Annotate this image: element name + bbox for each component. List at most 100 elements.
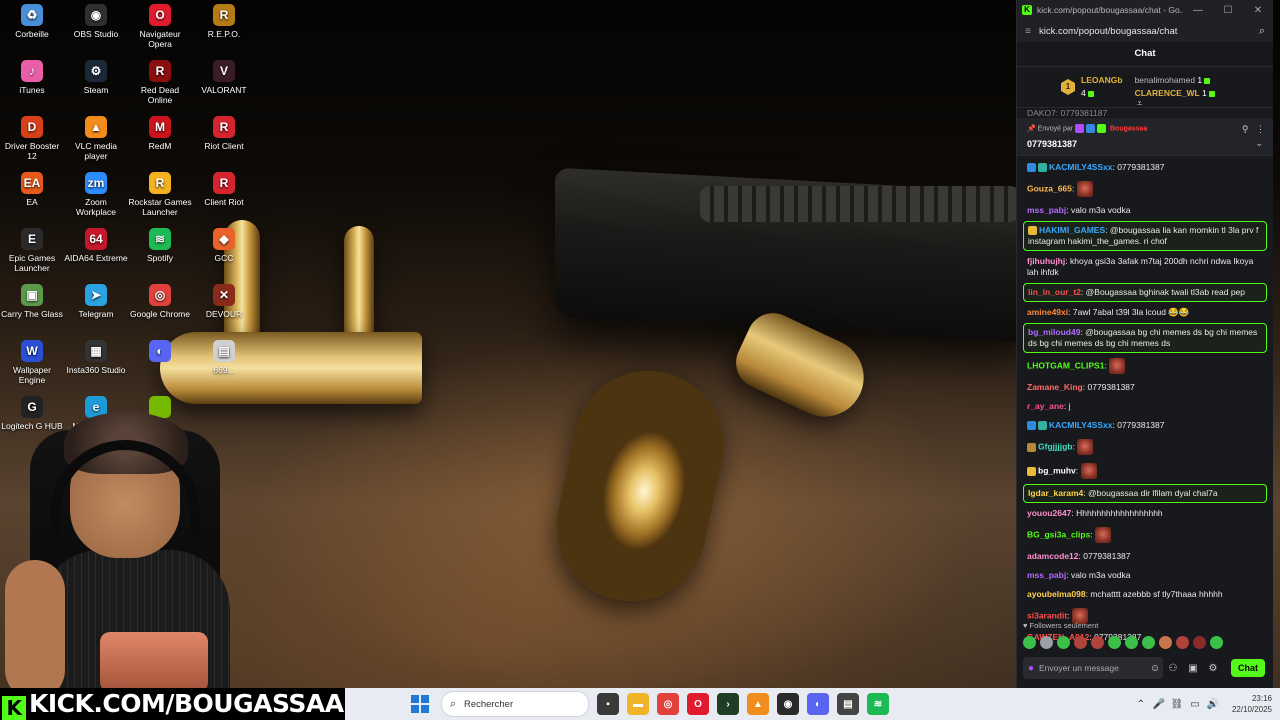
desktop-shortcut[interactable]: ▲ VLC media player bbox=[64, 112, 128, 168]
highlighted-chat-message[interactable]: lgdar_karam4: @bougassaa dir lfilam dyal… bbox=[1023, 484, 1267, 503]
chat-message[interactable]: fjihuhujhj: khoya gsi3a 3afak m7taj 200d… bbox=[1023, 252, 1267, 282]
chat-username[interactable]: HAKIMI_GAMES bbox=[1039, 225, 1105, 235]
chevron-down-icon[interactable]: ⌄ bbox=[1255, 138, 1263, 149]
chat-message-list[interactable]: KACMILY4SSxx: 0779381387 Gouza_665: mss_p… bbox=[1017, 156, 1273, 647]
store-icon[interactable]: ▣ bbox=[1183, 663, 1203, 674]
chat-message[interactable]: r_ay_ane: j bbox=[1023, 397, 1267, 416]
highlighted-chat-message[interactable]: HAKIMI_GAMES: @bougassaa lia kan momkin … bbox=[1023, 221, 1267, 251]
chat-username[interactable]: lin_in_our_t2 bbox=[1028, 287, 1081, 297]
network-icon[interactable]: ▭ bbox=[1186, 699, 1204, 710]
chat-message[interactable]: ayoubelma098: mchatttt azebbb sf tly7tha… bbox=[1023, 585, 1267, 604]
desktop-shortcut[interactable]: R Riot Client bbox=[192, 112, 256, 168]
users-icon[interactable]: ⚇ bbox=[1163, 663, 1183, 674]
more-options-icon[interactable]: ⋮ bbox=[1256, 124, 1265, 134]
taskbar-search-placeholder[interactable]: Rechercher bbox=[464, 699, 513, 710]
desktop-shortcut[interactable]: ◆ GCC bbox=[192, 224, 256, 280]
maximize-icon[interactable]: ☐ bbox=[1213, 5, 1243, 16]
volume-icon[interactable]: 🔊 bbox=[1204, 699, 1222, 710]
chat-username[interactable]: Zamane_King bbox=[1027, 382, 1083, 392]
zoom-search-icon[interactable]: ⌕ bbox=[1251, 25, 1273, 38]
chrome-taskbar-icon[interactable]: ◎ bbox=[657, 693, 679, 715]
desktop-shortcut[interactable]: ♪ iTunes bbox=[0, 56, 64, 112]
emoji-picker-icon[interactable]: ☺ bbox=[1147, 663, 1163, 674]
file-explorer-icon[interactable]: ▬ bbox=[627, 693, 649, 715]
emote-icon[interactable] bbox=[1023, 636, 1036, 649]
chat-message[interactable]: mss_pabj: valo m3a vodka bbox=[1023, 201, 1267, 220]
desktop-shortcut[interactable]: ➤ Telegram bbox=[64, 280, 128, 336]
emote-icon[interactable] bbox=[1074, 636, 1087, 649]
taskbar-search[interactable]: ⌕ Rechercher bbox=[441, 691, 589, 717]
chat-input-placeholder[interactable]: Envoyer un message bbox=[1039, 663, 1147, 673]
chat-username[interactable]: bg_muhv bbox=[1038, 465, 1076, 475]
gift-leaderboard[interactable]: 1 LEOANGb 4 benalimohamed 1 CLARENCE_WL … bbox=[1017, 67, 1273, 108]
app-taskbar-icon[interactable]: ▤ bbox=[837, 693, 859, 715]
chat-username[interactable]: fjihuhujhj bbox=[1027, 256, 1065, 266]
desktop-shortcut[interactable]: ▤ 669... bbox=[192, 336, 256, 392]
microphone-icon[interactable]: ● bbox=[1023, 663, 1039, 674]
chat-username[interactable]: KACMILY4SSxx bbox=[1049, 420, 1112, 430]
desktop-shortcut[interactable]: ◎ Google Chrome bbox=[128, 280, 192, 336]
chat-username[interactable]: LHOTGAM_CLIPS1 bbox=[1027, 360, 1104, 370]
microphone-icon[interactable]: 🎤 bbox=[1150, 699, 1168, 710]
desktop-shortcut[interactable]: ▣ Carry The Glass bbox=[0, 280, 64, 336]
quick-emote-bar[interactable] bbox=[1023, 636, 1223, 652]
chevron-up-icon[interactable]: ⌃ bbox=[1132, 699, 1150, 710]
chat-input[interactable]: ● Envoyer un message ☺ bbox=[1023, 657, 1163, 679]
desktop-shortcut[interactable]: ◐ bbox=[128, 336, 192, 392]
chat-message[interactable]: Gfgjjjjgb: bbox=[1023, 435, 1267, 459]
emote-icon[interactable] bbox=[1142, 636, 1155, 649]
minimize-icon[interactable]: — bbox=[1183, 5, 1213, 16]
chat-username[interactable]: bg_miloud49 bbox=[1028, 327, 1080, 337]
highlighted-chat-message[interactable]: lin_in_our_t2: @Bougassaa bghinak twali … bbox=[1023, 283, 1267, 302]
desktop-shortcut[interactable]: zm Zoom Workplace bbox=[64, 168, 128, 224]
chat-username[interactable]: Gouza_665 bbox=[1027, 183, 1072, 193]
chat-message[interactable]: Gouza_665: bbox=[1023, 177, 1267, 201]
taskbar-clock[interactable]: 23:16 22/10/2025 bbox=[1232, 693, 1272, 715]
task-view-icon[interactable]: ▪ bbox=[597, 693, 619, 715]
chat-username[interactable]: Gfgjjjjgb bbox=[1038, 441, 1072, 451]
pinned-message[interactable]: 📌 Envoyé par Bougassaa 0779381387 ⚲ ⋮ ⌄ bbox=[1017, 118, 1273, 156]
chat-username[interactable]: lgdar_karam4 bbox=[1028, 488, 1083, 498]
highlighted-chat-message[interactable]: bg_miloud49: @bougassaa bg chi memes ds … bbox=[1023, 323, 1267, 353]
vlc-taskbar-icon[interactable]: ▲ bbox=[747, 693, 769, 715]
address-url[interactable]: kick.com/popout/bougassaa/chat bbox=[1039, 26, 1251, 37]
desktop-shortcut[interactable]: O Navigateur Opera bbox=[128, 0, 192, 56]
chat-message[interactable]: KACMILY4SSxx: 0779381387 bbox=[1023, 416, 1267, 435]
desktop-shortcut[interactable]: E Epic Games Launcher bbox=[0, 224, 64, 280]
emote-icon[interactable] bbox=[1108, 636, 1121, 649]
terminal-taskbar-icon[interactable]: › bbox=[717, 693, 739, 715]
chat-username[interactable]: youou2647 bbox=[1027, 508, 1071, 518]
obs-taskbar-icon[interactable]: ◉ bbox=[777, 693, 799, 715]
address-bar[interactable]: ≡ kick.com/popout/bougassaa/chat ⌕ bbox=[1017, 20, 1273, 42]
emote-icon[interactable] bbox=[1176, 636, 1189, 649]
desktop-shortcut[interactable]: V VALORANT bbox=[192, 56, 256, 112]
spotify-taskbar-icon[interactable]: ≋ bbox=[867, 693, 889, 715]
unpin-icon[interactable]: ⚲ bbox=[1242, 124, 1249, 134]
chat-message[interactable]: mss_pabj: valo m3a vodka bbox=[1023, 566, 1267, 585]
opera-taskbar-icon[interactable]: O bbox=[687, 693, 709, 715]
desktop-shortcut[interactable]: R R.E.P.O. bbox=[192, 0, 256, 56]
chat-username[interactable]: mss_pabj bbox=[1027, 570, 1066, 580]
desktop-shortcut[interactable]: R Red Dead Online bbox=[128, 56, 192, 112]
chat-username[interactable]: KACMILY4SSxx bbox=[1049, 162, 1112, 172]
chat-message[interactable]: adamcode12: 0779381387 bbox=[1023, 547, 1267, 566]
desktop-shortcut[interactable]: ⚙ Steam bbox=[64, 56, 128, 112]
chat-message[interactable]: bg_muhv: bbox=[1023, 459, 1267, 483]
desktop-shortcut[interactable]: R Client Riot bbox=[192, 168, 256, 224]
chat-username[interactable]: r_ay_ane bbox=[1027, 401, 1064, 411]
chat-message[interactable]: LHOTGAM_CLIPS1: bbox=[1023, 354, 1267, 378]
chat-username[interactable]: si3arandit bbox=[1027, 610, 1067, 620]
desktop-shortcut[interactable]: ♻ Corbeille bbox=[0, 0, 64, 56]
emote-icon[interactable] bbox=[1125, 636, 1138, 649]
emote-icon[interactable] bbox=[1040, 636, 1053, 649]
desktop-shortcut[interactable]: ◉ OBS Studio bbox=[64, 0, 128, 56]
chat-message[interactable]: youou2647: Hhhhhhhhhhhhhhhhhh bbox=[1023, 504, 1267, 523]
chat-username[interactable]: mss_pabj bbox=[1027, 205, 1066, 215]
desktop-shortcut[interactable]: D Driver Booster 12 bbox=[0, 112, 64, 168]
chat-message[interactable]: KACMILY4SSxx: 0779381387 bbox=[1023, 158, 1267, 177]
desktop-shortcut[interactable]: ✕ DEVOUR bbox=[192, 280, 256, 336]
send-chat-button[interactable]: Chat bbox=[1231, 659, 1265, 677]
desktop-shortcut[interactable]: R Rockstar Games Launcher bbox=[128, 168, 192, 224]
chat-message[interactable]: Zamane_King: 0779381387 bbox=[1023, 378, 1267, 397]
chat-username[interactable]: ayoubelma098 bbox=[1027, 589, 1086, 599]
